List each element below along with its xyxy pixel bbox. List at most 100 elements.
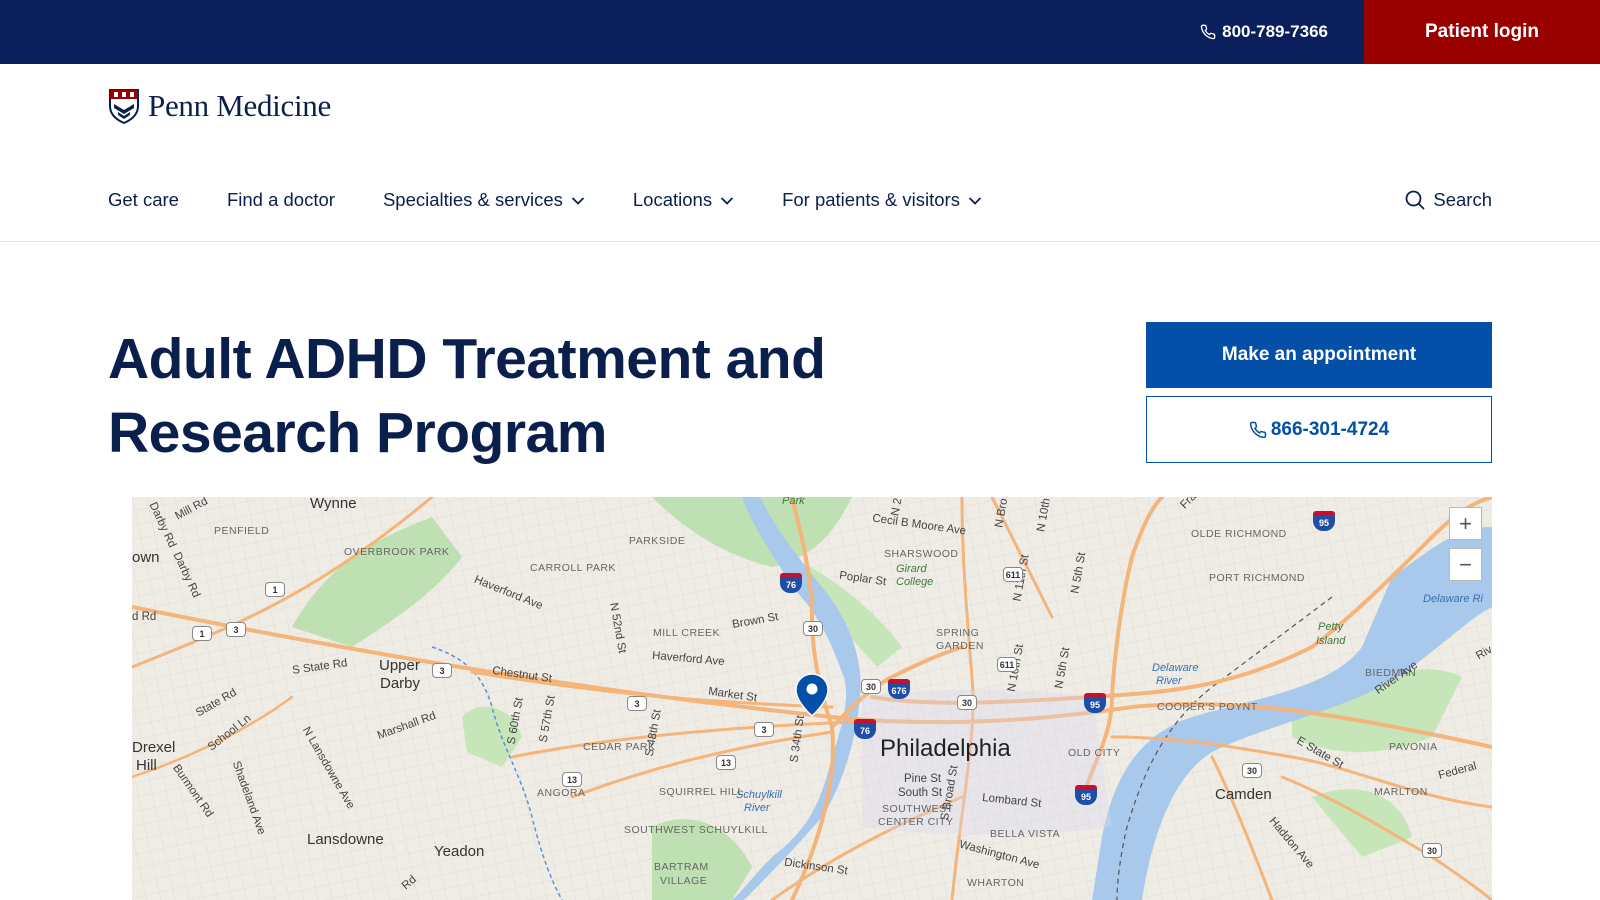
penn-shield-icon — [109, 89, 139, 124]
map-label: PARKSIDE — [629, 535, 686, 547]
map-label: PENFIELD — [214, 525, 270, 537]
map-label: PORT RICHMOND — [1209, 572, 1305, 584]
nav-item-label: Locations — [632, 189, 713, 210]
zoom-in-button[interactable]: + — [1449, 507, 1482, 540]
interstate-shield: 676 — [888, 679, 910, 699]
nav-item-label: Specialties & services — [382, 189, 563, 210]
map-label: Schuylkill — [736, 789, 782, 801]
nav-item-label: For patients & visitors — [782, 189, 960, 210]
map-label: COOPER'S POYNT — [1157, 701, 1258, 713]
map-label: WHARTON — [967, 877, 1025, 889]
map-label: VILLAGE — [660, 875, 708, 887]
map-label: own — [132, 549, 160, 566]
map-label: Girard — [896, 563, 927, 575]
make-appointment-button[interactable]: Make an appointment — [1146, 322, 1492, 388]
route-shield: 30 — [861, 679, 881, 694]
map-label: CARROLL PARK — [530, 562, 616, 574]
zoom-out-button[interactable]: − — [1449, 548, 1482, 581]
interstate-shield: 95 — [1313, 511, 1335, 531]
interstate-shield: 95 — [1084, 693, 1106, 713]
utility-phone-number: 800-789-7366 — [1222, 22, 1328, 41]
location-map[interactable]: Philadelphia Camden Wynne Upper Darby La… — [132, 497, 1492, 900]
penn-medicine-logo[interactable]: Penn Medicine — [108, 88, 331, 124]
map-label: MARLTON — [1374, 786, 1428, 798]
map-label: Delaware Ri — [1423, 593, 1483, 605]
nav-item-patients-visitors[interactable]: For patients & visitors — [782, 189, 982, 211]
nav-item-specialties[interactable]: Specialties & services — [383, 189, 585, 211]
route-shield: 3 — [754, 722, 774, 737]
patient-login-button[interactable]: Patient login — [1364, 0, 1600, 64]
map-label: Petty — [1318, 621, 1344, 633]
route-shield: 3 — [627, 696, 647, 711]
map-label: OLD CITY — [1068, 747, 1121, 759]
route-shield: 611 — [1003, 567, 1023, 582]
map-label: d Rd — [132, 611, 157, 623]
map-label: Island — [1316, 635, 1346, 647]
route-shield: 3 — [432, 663, 452, 678]
map-label: River — [744, 802, 770, 814]
route-shield: 1 — [265, 582, 285, 597]
map-label: OVERBROOK PARK — [344, 546, 450, 558]
search-button[interactable]: Search — [1405, 180, 1492, 220]
map-label: BARTRAM — [654, 861, 709, 873]
route-shield: 30 — [1242, 763, 1262, 778]
route-shield: 30 — [1422, 843, 1442, 858]
map-label: SPRING — [936, 627, 980, 639]
map-label: Camden — [1215, 786, 1272, 803]
nav-divider — [0, 241, 1600, 242]
map-label: College — [896, 576, 934, 588]
main-nav: Get care Find a doctor Specialties & ser… — [108, 180, 1030, 220]
page-title: Adult ADHD Treatment and Research Progra… — [108, 327, 826, 465]
nav-item-find-a-doctor[interactable]: Find a doctor — [227, 189, 335, 211]
map-label: Drexel — [132, 739, 176, 756]
map-label: Wynne — [310, 497, 357, 512]
utility-bar: 800-789-7366 Patient login — [0, 0, 1600, 64]
map-label: PAVONIA — [1389, 741, 1438, 753]
interstate-shield: 95 — [1075, 785, 1097, 805]
nav-item-label: Get care — [108, 189, 179, 210]
route-shield: 3 — [226, 622, 246, 637]
search-label: Search — [1433, 189, 1492, 210]
map-label: South St — [898, 787, 943, 799]
map-label: River — [1156, 675, 1182, 687]
map-label: Lansdowne — [307, 831, 384, 848]
phone-icon — [1200, 24, 1216, 40]
nav-item-get-care[interactable]: Get care — [108, 189, 179, 211]
map-label: GARDEN — [936, 640, 984, 652]
map-label: BELLA VISTA — [990, 828, 1061, 840]
chevron-down-icon — [571, 197, 585, 205]
route-shield: 13 — [716, 755, 736, 770]
map-label: SHARSWOOD — [884, 548, 959, 560]
map-label: OLDE RICHMOND — [1191, 528, 1287, 540]
map-label: Hill — [136, 757, 157, 774]
route-shield: 611 — [997, 657, 1017, 672]
map-label: Pine St — [904, 773, 942, 785]
interstate-shield: 76 — [854, 719, 876, 739]
utility-phone-link[interactable]: 800-789-7366 — [1200, 0, 1328, 64]
location-pin-icon[interactable] — [795, 673, 829, 717]
map-label: Delaware — [1152, 662, 1199, 674]
call-program-number: 866-301-4724 — [1270, 418, 1390, 440]
map-label: ANGORA — [537, 787, 586, 799]
search-icon — [1405, 190, 1426, 210]
call-program-button[interactable]: 866-301-4724 — [1146, 396, 1492, 463]
chevron-down-icon — [968, 197, 982, 205]
map-label: Yeadon — [434, 843, 485, 860]
nav-item-locations[interactable]: Locations — [633, 189, 734, 211]
map-label: Upper — [379, 657, 420, 674]
map-label: Park — [782, 497, 805, 507]
phone-icon — [1249, 421, 1267, 438]
brand-name: Penn Medicine — [148, 88, 331, 123]
map-label: MILL CREEK — [653, 627, 721, 639]
interstate-shield: 76 — [780, 573, 802, 593]
route-shield: 13 — [562, 772, 582, 787]
map-label: SQUIRREL HILL — [659, 786, 744, 798]
map-label: Darby — [380, 675, 421, 692]
map-label: SOUTHWEST SCHUYLKILL — [624, 824, 769, 836]
nav-item-label: Find a doctor — [226, 189, 335, 210]
route-shield: 30 — [957, 695, 977, 710]
route-shield: 30 — [803, 621, 823, 636]
chevron-down-icon — [720, 197, 734, 205]
route-shield: 1 — [192, 626, 212, 641]
map-label: Philadelphia — [880, 735, 1011, 762]
